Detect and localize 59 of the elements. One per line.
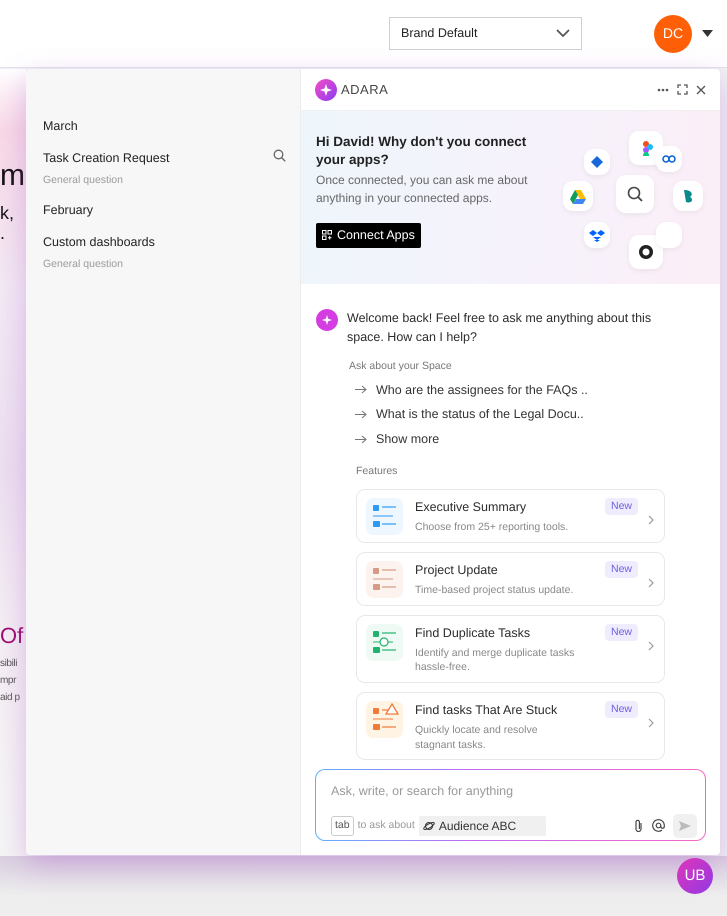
feature-illustration [366,560,403,598]
feature-card[interactable]: Find Duplicate Tasks Identify and merge duplicate tasks hassle-free. New [356,614,665,683]
chevron-right-icon [648,514,654,524]
feature-illustration [366,700,403,738]
page-text: sibili [0,658,18,669]
feature-illustration [366,624,403,660]
feature-card[interactable]: Project Update Time-based project status update. New [356,552,665,606]
caret-icon[interactable] [702,30,713,37]
drive-icon [570,188,586,204]
chevron-right-icon [648,578,654,588]
feature-card[interactable]: Executive Summary Choose from 25+ reporting tools. New [356,488,665,542]
section-label: Features [356,464,398,479]
section-label: Ask about your Space [349,358,453,374]
hint-text: to ask about [358,818,415,833]
brand-select[interactable]: Brand Default [389,17,582,50]
page-text: k, [0,204,16,224]
suggestion-link[interactable]: Show more [355,430,440,449]
history-item[interactable]: Custom dashboards General question [43,232,300,274]
assistant-avatar-icon [316,309,338,331]
dropbox-icon [589,227,605,243]
suggestion-link[interactable]: Who are the assignees for the FAQs .. [355,380,588,400]
connect-apps-button[interactable]: Connect Apps [316,222,421,248]
mention-icon[interactable] [652,819,665,832]
paperclip-icon[interactable] [634,818,644,833]
close-icon[interactable] [696,84,706,94]
search-icon[interactable] [273,148,286,162]
page-text: m [0,159,26,192]
history-item[interactable]: Task Creation Request General question [43,148,300,190]
feature-illustration [366,498,403,534]
diamond-icon [589,154,605,170]
context-chip[interactable]: Audience ABC [418,816,546,836]
chevron-down-icon [556,29,570,38]
suggestion-link[interactable]: What is the status of the Legal Docu.. [355,405,584,424]
apps-grid-icon [322,230,332,240]
page-text: Of [0,624,24,648]
history-group-label: March [43,118,79,135]
search-icon [627,186,643,202]
more-icon[interactable] [657,88,669,92]
page-text: aid p [0,692,21,703]
feature-card[interactable]: Find tasks That Are Stuck Quickly locate and resolve stagnant tasks. New [356,692,665,760]
page-text: mpr [0,674,18,686]
chevron-right-icon [648,718,654,728]
arrow-right-icon [355,434,367,444]
composer-field[interactable]: Ask, write, or search for anything tab to ask about Audience ABC [315,769,706,841]
connect-title: Hi David! Why don't you connect your apps? [316,133,528,169]
planet-icon [422,820,435,832]
welcome-message: Welcome back! Feel free to ask me anything about this space. How can I help? [347,310,652,346]
launcher-button[interactable]: UB [677,858,713,894]
chevron-right-icon [648,640,654,650]
sparkle-logo-icon [315,78,337,100]
page-text: . [0,224,6,244]
arrow-right-icon [355,410,367,420]
send-icon [679,820,691,832]
expand-icon[interactable] [677,84,688,95]
connect-text: Once connected, you can ask me about anything in your connected apps. [316,172,528,208]
key-hint: tab [331,816,354,836]
assistant-name: ADARA [341,80,388,99]
arrow-right-icon [355,385,367,394]
history-group-label: February [43,202,94,220]
